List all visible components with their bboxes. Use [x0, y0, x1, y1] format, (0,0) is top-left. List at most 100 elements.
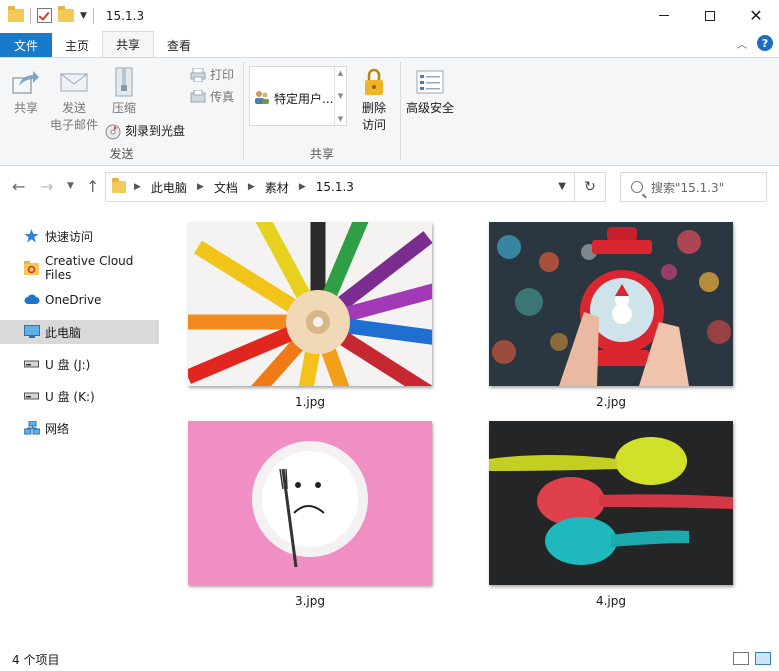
address-bar[interactable]: ▶ 此电脑 ▶ 文档 ▶ 素材 ▶ 15.1.3 ▼ — [105, 172, 575, 202]
refresh-icon: ↻ — [584, 179, 596, 195]
new-folder-icon[interactable] — [58, 6, 74, 22]
sidebar-item-label: 网络 — [45, 421, 70, 436]
breadcrumb-material[interactable]: 素材 — [265, 179, 289, 196]
send-group-label: 发送 — [109, 147, 134, 161]
sidebar-item-network[interactable]: 网络 — [0, 416, 159, 440]
zip-icon — [108, 66, 140, 98]
divider — [92, 7, 94, 24]
forward-arrow-icon[interactable]: → — [40, 177, 53, 196]
sidebar-item-onedrive[interactable]: OneDrive — [0, 288, 159, 312]
file-name[interactable]: 4.jpg — [489, 594, 733, 608]
share-label: 共享 — [13, 101, 38, 115]
file-item-thumbnail[interactable] — [489, 222, 733, 386]
users-icon — [254, 90, 270, 107]
chevron-down-icon[interactable]: ▼ — [558, 181, 566, 192]
specific-user-item[interactable]: 特定用户... — [254, 90, 333, 107]
disc-icon — [105, 124, 121, 139]
chevron-right-icon[interactable]: ▶ — [197, 182, 204, 192]
advanced-security-icon — [414, 66, 446, 98]
star-icon — [24, 229, 39, 243]
file-name[interactable]: 1.jpg — [188, 395, 432, 409]
breadcrumb-this-pc[interactable]: 此电脑 — [151, 179, 187, 196]
tab-file[interactable]: 文件 — [0, 33, 53, 57]
sidebar-item-usb-k[interactable]: U 盘 (K:) — [0, 384, 159, 408]
sidebar-item-label: U 盘 (J:) — [45, 357, 91, 372]
chevron-right-icon[interactable]: ▶ — [134, 182, 141, 192]
gallery-scrollbar[interactable]: ▲ ▼ ▼ — [334, 67, 346, 125]
chevron-right-icon[interactable]: ▶ — [248, 182, 255, 192]
remove-access-button[interactable]: 删除 访问 — [358, 66, 390, 134]
share-with-gallery[interactable]: 特定用户... ▲ ▼ ▼ — [249, 66, 347, 126]
file-item-thumbnail[interactable] — [188, 421, 432, 585]
file-name[interactable]: 2.jpg — [489, 395, 733, 409]
sidebar-item-usb-j[interactable]: U 盘 (J:) — [0, 352, 159, 376]
folder-icon — [8, 6, 24, 22]
pencils-image — [188, 222, 432, 386]
fax-label: 传真 — [210, 90, 235, 104]
email-button[interactable]: 发送 电子邮件 — [50, 66, 98, 134]
file-item-thumbnail[interactable] — [188, 222, 432, 386]
share-with-group-label: 共享 — [309, 147, 334, 161]
fax-button[interactable]: 传真 — [190, 88, 234, 105]
maximize-button[interactable] — [687, 0, 733, 31]
large-icons-view-icon[interactable] — [755, 652, 771, 665]
breadcrumb-current[interactable]: 15.1.3 — [316, 180, 354, 194]
advanced-security-button[interactable]: 高级安全 — [406, 66, 454, 117]
usb-drive-icon — [24, 357, 39, 371]
email-label-2: 电子邮件 — [50, 118, 99, 132]
email-icon — [58, 66, 90, 98]
tab-share[interactable]: 共享 — [102, 31, 155, 57]
up-arrow-icon[interactable]: ↑ — [86, 177, 99, 196]
sidebar-item-this-pc[interactable]: 此电脑 — [0, 320, 159, 344]
scroll-up-icon[interactable]: ▲ — [338, 69, 343, 77]
help-icon[interactable]: ? — [757, 35, 773, 51]
lock-icon — [358, 66, 390, 98]
print-label: 打印 — [210, 68, 235, 82]
file-name[interactable]: 3.jpg — [188, 594, 432, 608]
back-arrow-icon[interactable]: ← — [12, 177, 25, 196]
printer-icon — [190, 67, 206, 82]
scroll-down-icon[interactable]: ▼ — [338, 92, 343, 100]
creative-cloud-folder-icon — [24, 261, 39, 275]
search-placeholder: 搜索"15.1.3" — [651, 180, 725, 195]
tab-home[interactable]: 主页 — [52, 33, 102, 57]
properties-icon[interactable] — [37, 8, 52, 23]
cloud-icon — [24, 293, 40, 307]
details-view-icon[interactable] — [733, 652, 749, 665]
gallery-expand-icon[interactable]: ▼ — [338, 115, 343, 123]
folder-icon — [112, 178, 126, 193]
refresh-button[interactable]: ↻ — [575, 172, 606, 202]
minimize-icon — [659, 15, 669, 16]
send-group: 共享 发送 电子邮件 压缩 打印 传真 刻录到光盘 发送 — [0, 58, 243, 166]
close-icon: ✕ — [749, 6, 763, 25]
close-button[interactable]: ✕ — [733, 0, 779, 31]
sidebar-item-label: U 盘 (K:) — [45, 389, 95, 404]
email-label-1: 发送 — [62, 101, 87, 115]
print-button[interactable]: 打印 — [190, 66, 234, 83]
zip-label: 压缩 — [111, 101, 136, 115]
recent-locations-icon[interactable]: ▼ — [67, 181, 74, 191]
share-with-group: 特定用户... ▲ ▼ ▼ 删除 访问 共享 — [244, 58, 400, 166]
window-title: 15.1.3 — [105, 8, 145, 23]
chevron-right-icon[interactable]: ▶ — [299, 182, 306, 192]
item-count: 4 个项目 — [12, 652, 60, 667]
sad-plate-image — [188, 421, 432, 585]
sidebar-item-creative-cloud[interactable]: Creative Cloud Files — [0, 254, 159, 282]
spoons-image — [489, 421, 733, 585]
minimize-button[interactable] — [641, 0, 687, 31]
divider — [400, 62, 401, 160]
tab-view[interactable]: 查看 — [154, 33, 204, 57]
navigation-bar: ← → ▼ ↑ ▶ 此电脑 ▶ 文档 ▶ 素材 ▶ 15.1.3 ▼ ↻ 搜索"… — [0, 166, 779, 208]
burn-label: 刻录到光盘 — [125, 124, 186, 138]
file-item-thumbnail[interactable] — [489, 421, 733, 585]
zip-button[interactable]: 压缩 — [108, 66, 140, 117]
burn-to-disc-button[interactable]: 刻录到光盘 — [105, 122, 185, 139]
ribbon-tabs: 文件 主页 共享 查看 ︿ ? — [0, 31, 779, 57]
ribbon: 共享 发送 电子邮件 压缩 打印 传真 刻录到光盘 发送 特定用户... ▲ ▼… — [0, 57, 779, 166]
customize-toolbar-icon[interactable]: ▼ — [80, 11, 87, 21]
collapse-ribbon-icon[interactable]: ︿ — [737, 36, 747, 51]
share-button[interactable]: 共享 — [10, 66, 42, 117]
sidebar-item-quick-access[interactable]: 快速访问 — [0, 224, 159, 248]
breadcrumb-documents[interactable]: 文档 — [214, 179, 238, 196]
search-box[interactable]: 搜索"15.1.3" — [620, 172, 767, 202]
